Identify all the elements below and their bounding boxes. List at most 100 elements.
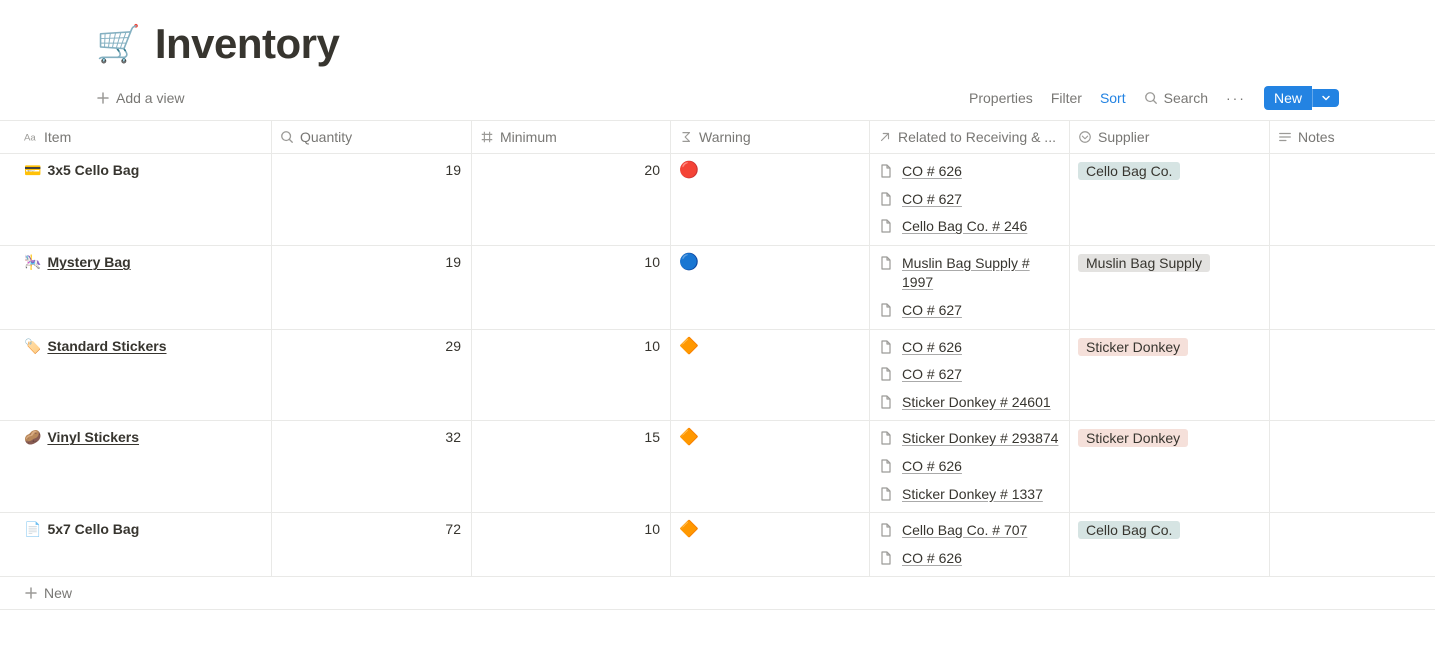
item-emoji: 🥔 bbox=[24, 430, 41, 444]
cell-supplier[interactable]: Cello Bag Co. bbox=[1070, 154, 1270, 245]
cell-item[interactable]: 🎠Mystery Bag bbox=[0, 246, 272, 329]
cell-item[interactable]: 📄5x7 Cello Bag bbox=[0, 513, 272, 576]
cell-supplier[interactable]: Muslin Bag Supply bbox=[1070, 246, 1270, 329]
column-header-notes[interactable]: Notes bbox=[1270, 121, 1435, 153]
cell-supplier[interactable]: Sticker Donkey bbox=[1070, 330, 1270, 421]
cell-warning[interactable]: 🔴 bbox=[671, 154, 870, 245]
cell-quantity[interactable]: 19 bbox=[272, 154, 472, 245]
cell-notes[interactable] bbox=[1270, 513, 1435, 576]
page-icon bbox=[878, 550, 894, 566]
cell-related[interactable]: CO # 626 CO # 627 Cello Bag Co. # 246 bbox=[870, 154, 1070, 245]
related-item[interactable]: CO # 627 bbox=[878, 365, 1061, 385]
page-icon bbox=[878, 430, 894, 446]
table-row[interactable]: 🎠Mystery Bag19 10 🔵 Muslin Bag Supply # 199… bbox=[0, 246, 1435, 330]
minimum-value: 10 bbox=[644, 521, 660, 537]
related-item[interactable]: Sticker Donkey # 24601 bbox=[878, 393, 1061, 413]
supplier-tag[interactable]: Cello Bag Co. bbox=[1078, 521, 1180, 539]
related-item[interactable]: CO # 626 bbox=[878, 162, 1061, 182]
new-button[interactable]: New bbox=[1264, 86, 1339, 110]
supplier-tag[interactable]: Cello Bag Co. bbox=[1078, 162, 1180, 180]
cell-minimum[interactable]: 20 bbox=[472, 154, 671, 245]
filter-button[interactable]: Filter bbox=[1051, 90, 1082, 106]
cell-related[interactable]: Sticker Donkey # 293874 CO # 626 Sticker D… bbox=[870, 421, 1070, 512]
relation-icon bbox=[878, 130, 892, 144]
related-item-label: Sticker Donkey # 1337 bbox=[902, 485, 1043, 505]
cell-quantity[interactable]: 29 bbox=[272, 330, 472, 421]
column-header-quantity[interactable]: Quantity bbox=[272, 121, 472, 153]
properties-button[interactable]: Properties bbox=[969, 90, 1033, 106]
text-lines-icon bbox=[1278, 130, 1292, 144]
table-row[interactable]: 🏷️Standard Stickers2910🔶 CO # 626 CO # 627… bbox=[0, 330, 1435, 422]
quantity-value: 72 bbox=[445, 521, 461, 537]
quantity-value: 32 bbox=[445, 429, 461, 445]
cell-notes[interactable] bbox=[1270, 421, 1435, 512]
table-row[interactable]: 💳3x5 Cello Bag19 20 🔴 CO # 626 CO # 627 Cello… bbox=[0, 154, 1435, 246]
column-header-supplier[interactable]: Supplier bbox=[1070, 121, 1270, 153]
related-item[interactable]: CO # 626 bbox=[878, 338, 1061, 358]
column-header-minimum[interactable]: Minimum bbox=[472, 121, 671, 153]
cell-supplier[interactable]: Cello Bag Co. bbox=[1070, 513, 1270, 576]
cell-related[interactable]: CO # 626 CO # 627 Sticker Donkey # 24601 bbox=[870, 330, 1070, 421]
related-item-label: Sticker Donkey # 293874 bbox=[902, 429, 1058, 449]
related-item[interactable]: Sticker Donkey # 1337 bbox=[878, 485, 1061, 505]
related-item[interactable]: CO # 626 bbox=[878, 457, 1061, 477]
cell-notes[interactable] bbox=[1270, 246, 1435, 329]
page-icon[interactable]: 🛒 bbox=[96, 26, 141, 62]
cell-item[interactable]: 🥔Vinyl Stickers bbox=[0, 421, 272, 512]
related-item-label: Cello Bag Co. # 707 bbox=[902, 521, 1027, 541]
related-item[interactable]: Cello Bag Co. # 707 bbox=[878, 521, 1061, 541]
cell-related[interactable]: Cello Bag Co. # 707 CO # 626 bbox=[870, 513, 1070, 576]
column-header-item[interactable]: Aa Item bbox=[0, 121, 272, 153]
item-emoji: 💳 bbox=[24, 163, 41, 177]
sort-button[interactable]: Sort bbox=[1100, 90, 1126, 106]
search-button[interactable]: Search bbox=[1144, 90, 1208, 106]
cell-notes[interactable] bbox=[1270, 330, 1435, 421]
cell-warning[interactable]: 🔵 bbox=[671, 246, 870, 329]
supplier-tag[interactable]: Muslin Bag Supply bbox=[1078, 254, 1210, 272]
cell-minimum[interactable]: 10 bbox=[472, 246, 671, 329]
warning-indicator: 🔵 bbox=[679, 254, 699, 271]
column-header-warning[interactable]: Warning bbox=[671, 121, 870, 153]
table-row[interactable]: 🥔Vinyl Stickers3215🔶Sticker Donkey # 293… bbox=[0, 421, 1435, 513]
related-item[interactable]: CO # 627 bbox=[878, 190, 1061, 210]
page-title[interactable]: Inventory bbox=[155, 20, 340, 68]
related-item[interactable]: CO # 626 bbox=[878, 549, 1061, 569]
cell-item[interactable]: 🏷️Standard Stickers bbox=[0, 330, 272, 421]
related-item[interactable]: CO # 627 bbox=[878, 301, 1061, 321]
new-button-dropdown[interactable] bbox=[1312, 89, 1339, 107]
related-item[interactable]: Muslin Bag Supply # 1997 bbox=[878, 254, 1061, 293]
item-emoji: 📄 bbox=[24, 522, 41, 536]
cell-minimum[interactable]: 10 bbox=[472, 330, 671, 421]
cell-quantity[interactable]: 19 bbox=[272, 246, 472, 329]
cell-related[interactable]: Muslin Bag Supply # 1997 CO # 627 bbox=[870, 246, 1070, 329]
supplier-tag[interactable]: Sticker Donkey bbox=[1078, 429, 1188, 447]
cell-warning[interactable]: 🔶 bbox=[671, 513, 870, 576]
formula-icon bbox=[679, 130, 693, 144]
cell-quantity[interactable]: 32 bbox=[272, 421, 472, 512]
column-header-related[interactable]: Related to Receiving & ... bbox=[870, 121, 1070, 153]
page-icon bbox=[878, 458, 894, 474]
new-button-label: New bbox=[1264, 86, 1312, 110]
cell-supplier[interactable]: Sticker Donkey bbox=[1070, 421, 1270, 512]
add-view-button[interactable]: Add a view bbox=[96, 90, 184, 106]
minimum-value: 20 bbox=[644, 162, 660, 178]
supplier-tag[interactable]: Sticker Donkey bbox=[1078, 338, 1188, 356]
plus-icon bbox=[96, 91, 110, 105]
svg-text:Aa: Aa bbox=[24, 133, 36, 144]
cell-minimum[interactable]: 10 bbox=[472, 513, 671, 576]
new-row-button[interactable]: New bbox=[0, 577, 1435, 610]
cell-notes[interactable] bbox=[1270, 154, 1435, 245]
more-options-button[interactable]: ··· bbox=[1226, 90, 1246, 106]
cell-minimum[interactable]: 15 bbox=[472, 421, 671, 512]
cell-warning[interactable]: 🔶 bbox=[671, 330, 870, 421]
minimum-value: 10 bbox=[644, 254, 660, 270]
item-name: Standard Stickers bbox=[47, 338, 166, 354]
cell-quantity[interactable]: 72 bbox=[272, 513, 472, 576]
related-item[interactable]: Cello Bag Co. # 246 bbox=[878, 217, 1061, 237]
page-icon bbox=[878, 394, 894, 410]
related-item-label: CO # 627 bbox=[902, 301, 962, 321]
related-item[interactable]: Sticker Donkey # 293874 bbox=[878, 429, 1061, 449]
cell-warning[interactable]: 🔶 bbox=[671, 421, 870, 512]
table-row[interactable]: 📄5x7 Cello Bag 72 10 🔶 Cello Bag Co. # 707 CO… bbox=[0, 513, 1435, 577]
cell-item[interactable]: 💳3x5 Cello Bag bbox=[0, 154, 272, 245]
